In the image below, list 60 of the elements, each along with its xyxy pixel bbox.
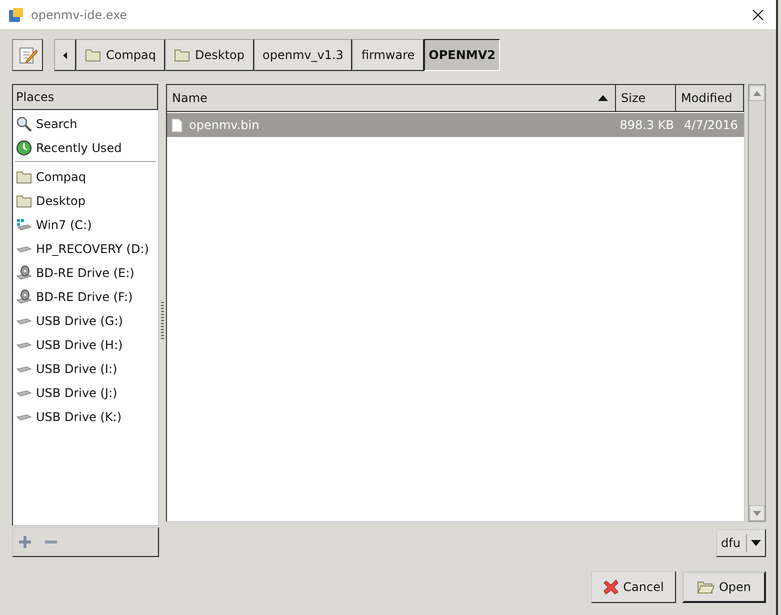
path-button[interactable]: firmware — [352, 39, 424, 71]
close-icon[interactable] — [752, 8, 764, 20]
sidebar-item[interactable]: USB Drive (G:) — [13, 309, 158, 333]
left-arrow-icon — [63, 52, 67, 58]
drive-icon — [16, 342, 32, 348]
path-button[interactable]: OPENMV2 — [424, 39, 500, 71]
file-type-dropdown[interactable]: dfu — [716, 529, 766, 557]
folder-icon — [16, 194, 32, 208]
pane-splitter[interactable] — [161, 302, 164, 340]
up-arrow-icon[interactable] — [753, 90, 761, 96]
table-cell-text: 4/7/2016 — [683, 117, 739, 134]
folder-icon — [16, 170, 32, 184]
path-button[interactable]: Desktop — [165, 39, 254, 71]
window-title: openmv-ide.exe — [31, 8, 128, 22]
file-icon — [171, 118, 183, 132]
table-cell-text: 898.3 KB — [618, 117, 675, 134]
folder-icon — [174, 48, 190, 62]
clock-icon — [16, 140, 32, 156]
sidebar-item[interactable]: Search — [13, 112, 158, 136]
column-header[interactable]: Size — [616, 85, 676, 111]
cross-icon — [603, 579, 620, 595]
path-button[interactable]: openmv_v1.3 — [254, 39, 352, 71]
sidebar-item[interactable]: USB Drive (I:) — [13, 357, 158, 381]
disc-drive-icon — [16, 289, 32, 305]
cancel-button[interactable]: Cancel — [591, 571, 676, 603]
drive-icon — [16, 318, 32, 324]
drive-icon — [16, 366, 32, 372]
sidebar-item[interactable]: Recently Used — [13, 136, 158, 160]
drive-icon — [16, 414, 32, 420]
sidebar-item[interactable]: USB Drive (K:) — [13, 405, 158, 429]
folder-icon — [696, 579, 715, 595]
drive-icon — [16, 390, 32, 396]
pencil-note-icon — [18, 45, 38, 65]
drive-icon — [16, 246, 32, 252]
scroll-left-button[interactable] — [54, 39, 76, 71]
column-header[interactable]: Name — [167, 85, 616, 111]
column-header[interactable]: Modified — [676, 85, 744, 111]
sidebar-item[interactable]: Win7 (C:) — [13, 213, 158, 237]
drive-icon — [16, 218, 32, 232]
sidebar-item[interactable]: USB Drive (H:) — [13, 333, 158, 357]
open-button[interactable]: Open — [682, 571, 766, 603]
table-cell: openmv.bin — [189, 118, 260, 132]
disc-drive-icon — [16, 265, 32, 281]
path-button[interactable]: Compaq — [76, 39, 165, 71]
scrollbar[interactable] — [748, 84, 766, 522]
add-icon[interactable] — [17, 534, 33, 550]
column-header[interactable]: Places — [13, 85, 158, 110]
sidebar-item[interactable]: Desktop — [13, 189, 158, 213]
sidebar-item[interactable]: Compaq — [13, 165, 158, 189]
sidebar-item[interactable]: BD-RE Drive (F:) — [13, 285, 158, 309]
search-icon — [16, 116, 32, 132]
sidebar-item[interactable]: USB Drive (J:) — [13, 381, 158, 405]
sidebar-item[interactable]: BD-RE Drive (E:) — [13, 261, 158, 285]
folder-icon — [85, 48, 101, 62]
edit-location-button[interactable] — [12, 39, 43, 71]
down-arrow-icon[interactable] — [753, 510, 761, 516]
app-icon — [8, 6, 24, 22]
sort-arrow-icon — [598, 95, 608, 101]
dropdown-arrow-icon — [751, 540, 761, 546]
sidebar-item[interactable]: HP_RECOVERY (D:) — [13, 237, 158, 261]
